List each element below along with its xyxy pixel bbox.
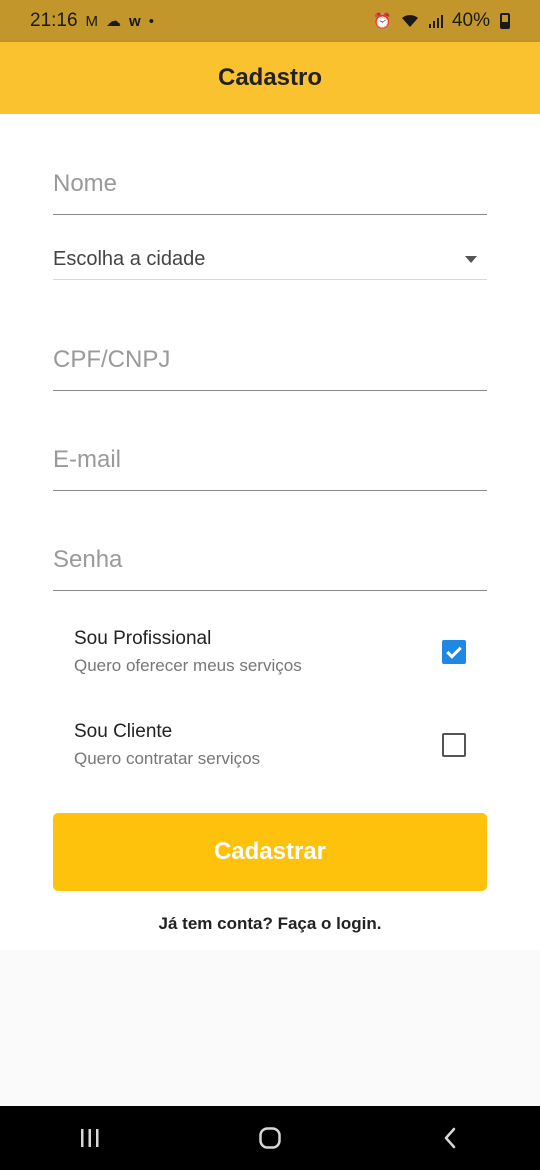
professional-checkbox[interactable] [442, 640, 466, 664]
city-select[interactable]: Escolha a cidade [53, 240, 487, 280]
chevron-down-icon [465, 256, 477, 263]
status-left: 21:16 M ☁ w • [30, 10, 154, 32]
city-select-label: Escolha a cidade [53, 248, 206, 270]
status-right: ⏰ 40% [373, 10, 510, 32]
option-title: Sou Profissional [74, 628, 212, 649]
alarm-icon: ⏰ [373, 12, 392, 30]
client-checkbox[interactable] [442, 733, 466, 757]
document-field-container [53, 330, 487, 391]
dot-icon: • [148, 12, 154, 30]
recent-apps-icon[interactable] [60, 1118, 120, 1158]
signup-form: Escolha a cidade Sou Profissional Quero … [0, 114, 540, 950]
battery-percent: 40% [451, 10, 490, 31]
email-field-container [53, 430, 487, 491]
name-field-container [53, 154, 487, 215]
status-time: 21:16 [30, 10, 78, 31]
cpf-cnpj-field[interactable] [53, 330, 487, 390]
option-client[interactable]: Sou Cliente Quero contratar serviços [74, 715, 466, 775]
option-client-text: Sou Cliente Quero contratar serviços [74, 721, 260, 769]
battery-icon [500, 13, 510, 29]
cadastrar-button[interactable]: Cadastrar [53, 813, 487, 891]
option-title: Sou Cliente [74, 721, 173, 742]
app-bar: Cadastro [0, 42, 540, 114]
password-field-container [53, 530, 487, 591]
password-field[interactable] [53, 530, 487, 590]
email-field[interactable] [53, 430, 487, 490]
phone-screen: 21:16 M ☁ w • ⏰ 40% Cadastro Nome Escolh… [0, 0, 540, 1170]
home-icon[interactable] [240, 1118, 300, 1158]
cloud-icon: ☁ [106, 12, 122, 30]
option-professional-text: Sou Profissional Quero oferecer meus ser… [74, 628, 302, 676]
back-icon[interactable] [420, 1118, 480, 1158]
status-bar: 21:16 M ☁ w • ⏰ 40% [0, 0, 540, 42]
page-title: Cadastro [217, 64, 323, 91]
option-professional[interactable]: Sou Profissional Quero oferecer meus ser… [74, 622, 466, 682]
login-link[interactable]: Já tem conta? Faça o login. [0, 914, 540, 934]
option-subtitle: Quero contratar serviços [74, 749, 261, 768]
system-nav-bar [0, 1106, 540, 1170]
signal-icon [428, 15, 443, 28]
check-icon [446, 642, 462, 659]
option-subtitle: Quero oferecer meus serviços [74, 656, 302, 675]
wifi-icon [401, 14, 418, 27]
app-w-icon: w [129, 12, 141, 30]
name-field[interactable] [53, 154, 487, 214]
gmail-icon: M [85, 12, 99, 30]
